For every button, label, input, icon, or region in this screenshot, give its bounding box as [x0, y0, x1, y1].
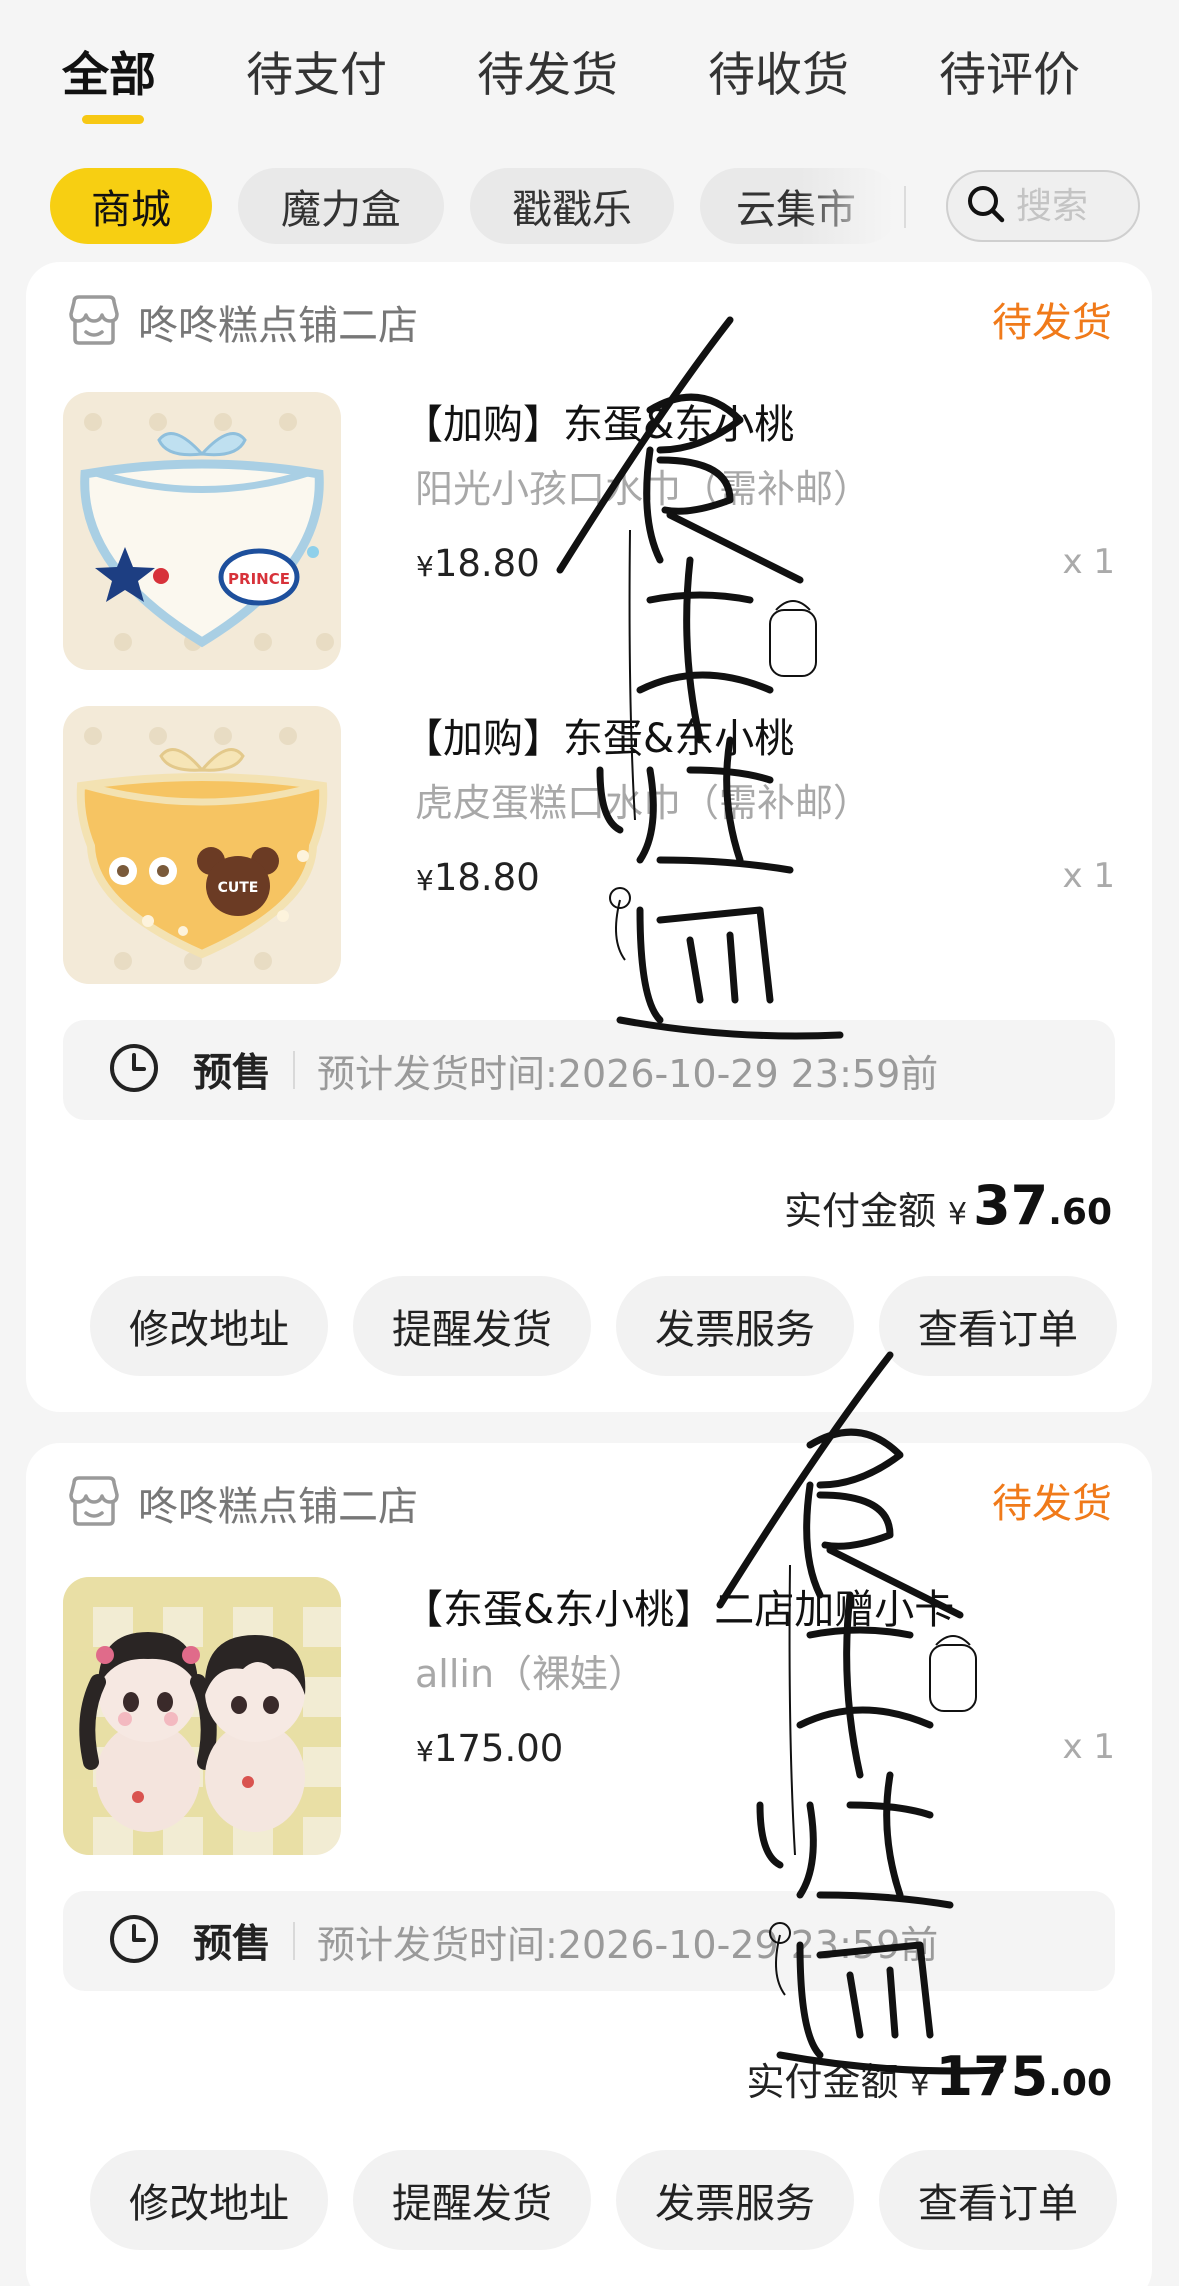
currency-symbol: ¥: [947, 1197, 968, 1232]
order-status: 待发货: [992, 1481, 1112, 1527]
search-input[interactable]: [1016, 185, 1126, 227]
shop-header[interactable]: 咚咚糕点铺二店: [66, 1473, 418, 1533]
paid-label: 实付金额: [783, 1189, 936, 1233]
edit-address-button[interactable]: 修改地址: [90, 1276, 328, 1376]
store-icon: [66, 294, 122, 350]
remind-shipping-button[interactable]: 提醒发货: [353, 1276, 591, 1376]
chip-label: 魔力盒: [281, 187, 401, 233]
order-item[interactable]: CUTE 【加购】东蛋&东小桃 虎皮蛋糕口水巾（需补邮） ¥18.80 x 1: [63, 706, 1115, 984]
chip-label: 商城: [91, 187, 171, 233]
product-price: ¥18.80: [416, 542, 540, 585]
orders-page: 全部 待支付 待发货 待收货 待评价 商城 魔力盒 戳戳乐 云集市 咚咚糕点铺二…: [0, 0, 1179, 2286]
order-status: 待发货: [992, 300, 1112, 346]
invoice-service-button[interactable]: 发票服务: [616, 1276, 854, 1376]
tab-label: 全部: [62, 48, 156, 103]
product-thumbnail: [63, 1577, 341, 1855]
active-tab-indicator: [82, 115, 144, 124]
chip-poke[interactable]: 戳戳乐: [470, 168, 674, 244]
currency-symbol: ¥: [416, 1735, 434, 1768]
divider: [904, 186, 906, 228]
product-thumbnail: PRINCE: [63, 392, 341, 670]
search-box[interactable]: [946, 170, 1140, 242]
order-actions: 修改地址 提醒发货 发票服务 查看订单: [90, 1276, 1117, 1376]
price-value: 18.80: [433, 542, 540, 585]
currency-symbol: ¥: [416, 864, 434, 897]
product-title: 【东蛋&东小桃】二店加赠小卡: [403, 1587, 955, 1633]
shop-header[interactable]: 咚咚糕点铺二店: [66, 292, 418, 352]
svg-text:PRINCE: PRINCE: [228, 570, 290, 588]
paid-integer: 37: [973, 1174, 1049, 1237]
price-value: 18.80: [433, 856, 540, 899]
tab-pending-receipt[interactable]: 待收货: [708, 36, 849, 105]
order-item[interactable]: 【东蛋&东小桃】二店加赠小卡 allin（裸娃） ¥175.00 x 1: [63, 1577, 1115, 1855]
paid-decimal: .00: [1048, 2063, 1112, 2104]
view-order-button[interactable]: 查看订单: [879, 2150, 1117, 2250]
shop-name: 咚咚糕点铺二店: [138, 1484, 418, 1530]
product-price: ¥18.80: [416, 856, 540, 899]
presale-info: 预售 预计发货时间:2026-10-29 23:59前: [63, 1891, 1115, 1991]
invoice-service-button[interactable]: 发票服务: [616, 2150, 854, 2250]
estimated-ship-time: 预计发货时间:2026-10-29 23:59前: [317, 1922, 939, 1967]
tab-label: 待发货: [477, 48, 618, 103]
order-actions: 修改地址 提醒发货 发票服务 查看订单: [90, 2150, 1117, 2250]
chip-mall[interactable]: 商城: [50, 168, 212, 244]
shop-name: 咚咚糕点铺二店: [138, 303, 418, 349]
presale-info: 预售 预计发货时间:2026-10-29 23:59前: [63, 1020, 1115, 1120]
product-title: 【加购】东蛋&东小桃: [403, 716, 795, 762]
category-chips: 商城 魔力盒 戳戳乐 云集市: [0, 168, 1179, 248]
product-spec: 阳光小孩口水巾（需补邮）: [415, 467, 872, 511]
divider: [293, 1051, 296, 1089]
paid-decimal: .60: [1048, 1192, 1112, 1233]
price-value: 175.00: [433, 1727, 564, 1770]
store-icon: [66, 1475, 122, 1531]
order-status-tabs: 全部 待支付 待发货 待收货 待评价: [0, 0, 1179, 140]
remind-shipping-button[interactable]: 提醒发货: [353, 2150, 591, 2250]
product-quantity: x 1: [1062, 856, 1115, 896]
paid-amount: 实付金额 ¥ 37 .60: [784, 1174, 1112, 1237]
tab-label: 待评价: [939, 48, 1080, 103]
clock-icon: [107, 1041, 161, 1099]
product-thumbnail: CUTE: [63, 706, 341, 984]
order-card: 咚咚糕点铺二店 待发货 【东蛋&东小桃】二店加赠小卡 allin（裸娃） ¥17…: [26, 1443, 1152, 2286]
tab-label: 待支付: [246, 48, 387, 103]
paid-amount: 实付金额 ¥ 175 .00: [746, 2045, 1112, 2108]
product-title: 【加购】东蛋&东小桃: [403, 402, 795, 448]
tab-all[interactable]: 全部: [62, 36, 156, 124]
currency-symbol: ¥: [910, 2068, 930, 2103]
tab-pending-shipment[interactable]: 待发货: [477, 36, 618, 105]
product-spec: allin（裸娃）: [415, 1652, 647, 1696]
estimated-ship-time: 预计发货时间:2026-10-29 23:59前: [317, 1051, 939, 1096]
chip-label: 戳戳乐: [512, 187, 632, 233]
edit-address-button[interactable]: 修改地址: [90, 2150, 328, 2250]
product-quantity: x 1: [1062, 542, 1115, 582]
presale-tag: 预售: [193, 1051, 272, 1096]
chip-magic-box[interactable]: 魔力盒: [238, 168, 444, 244]
paid-label: 实付金额: [746, 2060, 899, 2104]
tab-pending-review[interactable]: 待评价: [939, 36, 1080, 105]
tab-label: 待收货: [708, 48, 849, 103]
tab-pending-payment[interactable]: 待支付: [246, 36, 387, 105]
currency-symbol: ¥: [416, 550, 434, 583]
paid-integer: 175: [935, 2045, 1049, 2108]
chip-fade-overlay: [800, 168, 910, 244]
order-item[interactable]: PRINCE 【加购】东蛋&东小桃 阳光小孩口水巾（需补邮） ¥18.80 x …: [63, 392, 1115, 670]
product-spec: 虎皮蛋糕口水巾（需补邮）: [415, 781, 872, 825]
view-order-button[interactable]: 查看订单: [879, 1276, 1117, 1376]
clock-icon: [107, 1912, 161, 1970]
presale-tag: 预售: [193, 1922, 272, 1967]
divider: [293, 1922, 296, 1960]
product-price: ¥175.00: [416, 1727, 563, 1770]
product-quantity: x 1: [1062, 1727, 1115, 1767]
search-icon: [964, 182, 1008, 230]
order-card: 咚咚糕点铺二店 待发货 PRINCE 【加购】东蛋&东小桃 阳光小孩口水巾（需补…: [26, 262, 1152, 1412]
svg-text:CUTE: CUTE: [218, 880, 259, 896]
